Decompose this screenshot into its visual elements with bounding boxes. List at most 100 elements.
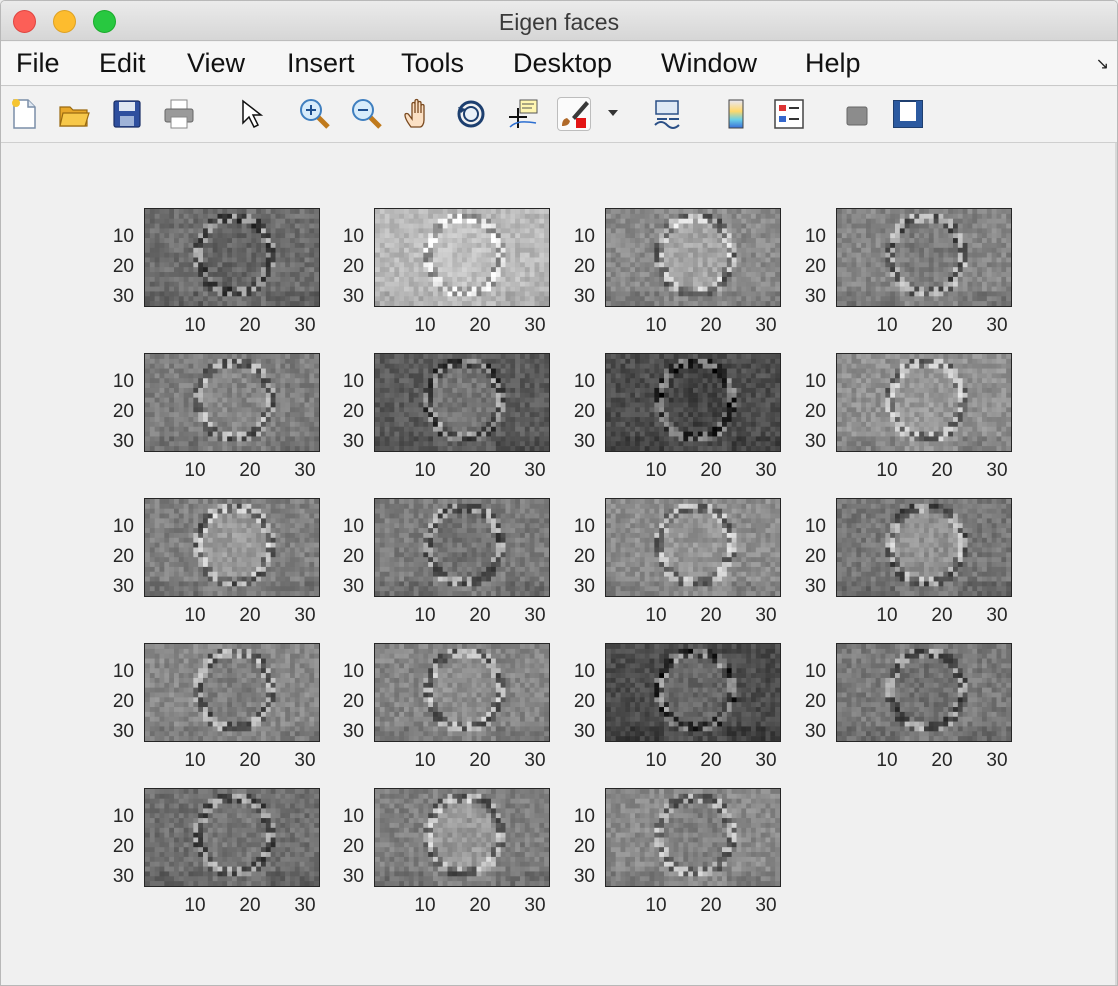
x-tick-label: 10 <box>184 750 206 771</box>
eigenface-subplot-11[interactable]: 10 20 30 10 20 30 <box>574 498 781 626</box>
x-tick-label: 10 <box>414 895 436 916</box>
eigenface-subplot-3[interactable]: 10 20 30 10 20 30 <box>574 208 781 336</box>
x-tick-label: 10 <box>645 750 667 771</box>
menu-file[interactable]: File <box>16 48 60 79</box>
eigenface-subplot-5[interactable]: 10 20 30 10 20 30 <box>113 353 320 481</box>
eigenface-subplot-19[interactable]: 10 20 30 10 20 30 <box>574 788 781 916</box>
eigenface-image[interactable] <box>374 208 550 307</box>
eigenface-subplot-10[interactable]: 10 20 30 10 20 30 <box>343 498 550 626</box>
eigenface-subplot-12[interactable]: 10 20 30 10 20 30 <box>805 498 1012 626</box>
x-tick-label: 30 <box>755 605 777 626</box>
y-tick-label: 30 <box>573 431 595 452</box>
x-tick-label: 20 <box>931 460 953 481</box>
eigenface-image[interactable] <box>144 208 320 307</box>
eigenface-image[interactable] <box>836 208 1012 307</box>
eigenface-image[interactable] <box>144 353 320 452</box>
y-tick-label: 10 <box>342 661 364 682</box>
rotate-3d-icon[interactable] <box>454 97 488 131</box>
brush-dropdown-arrow-icon[interactable] <box>608 110 618 116</box>
y-tick-label: 10 <box>804 226 826 247</box>
y-tick-label: 10 <box>804 516 826 537</box>
menu-window[interactable]: Window <box>661 48 757 79</box>
eigenface-image[interactable] <box>374 498 550 597</box>
link-plot-icon[interactable] <box>651 97 685 131</box>
eigenface-image[interactable] <box>374 788 550 887</box>
eigenface-image[interactable] <box>144 643 320 742</box>
eigenface-image[interactable] <box>374 353 550 452</box>
eigenface-image[interactable] <box>605 208 781 307</box>
y-tick-label: 10 <box>112 226 134 247</box>
menu-view[interactable]: View <box>187 48 245 79</box>
eigenface-subplot-13[interactable]: 10 20 30 10 20 30 <box>113 643 320 771</box>
hide-plot-tools-icon[interactable] <box>839 97 873 131</box>
x-tick-label: 30 <box>524 605 546 626</box>
menu-edit[interactable]: Edit <box>99 48 146 79</box>
x-tick-label: 30 <box>986 315 1008 336</box>
eigenface-image[interactable] <box>605 498 781 597</box>
y-tick-label: 30 <box>112 721 134 742</box>
pan-hand-icon[interactable] <box>402 97 436 131</box>
figure-canvas[interactable]: 10 20 30 10 20 30 10 20 30 10 20 30 10 20 30 10 20 30 10 20… <box>1 143 1117 985</box>
y-tick-label: 20 <box>342 546 364 567</box>
eigenface-subplot-9[interactable]: 10 20 30 10 20 30 <box>113 498 320 626</box>
new-figure-icon[interactable] <box>7 97 41 131</box>
eigenface-pixels <box>145 644 319 741</box>
window-title: Eigen faces <box>498 9 620 35</box>
menu-desktop[interactable]: Desktop <box>513 48 612 79</box>
y-tick-label: 30 <box>112 866 134 887</box>
y-tick-label: 10 <box>112 371 134 392</box>
eigenface-subplot-8[interactable]: 10 20 30 10 20 30 <box>805 353 1012 481</box>
colorbar-icon[interactable] <box>720 97 754 131</box>
menu-insert[interactable]: Insert <box>287 48 355 79</box>
x-tick-label: 30 <box>755 750 777 771</box>
y-tick-label: 30 <box>342 721 364 742</box>
y-tick-label: 30 <box>112 286 134 307</box>
menu-help[interactable]: Help <box>805 48 861 79</box>
zoom-in-icon[interactable] <box>298 97 332 131</box>
menu-bar: File Edit View Insert Tools Desktop Wind… <box>1 42 1117 86</box>
menu-tools[interactable]: Tools <box>401 48 464 79</box>
eigenface-subplot-1[interactable]: 10 20 30 10 20 30 <box>113 208 320 336</box>
dock-arrow-icon[interactable]: ↘ <box>1096 54 1109 74</box>
eigenface-image[interactable] <box>836 353 1012 452</box>
pointer-icon[interactable] <box>233 97 267 131</box>
x-tick-label: 20 <box>239 895 261 916</box>
eigenface-subplot-15[interactable]: 10 20 30 10 20 30 <box>574 643 781 771</box>
eigenface-image[interactable] <box>605 643 781 742</box>
save-icon[interactable] <box>110 97 144 131</box>
show-plot-tools-icon[interactable] <box>891 97 925 131</box>
eigenface-subplot-14[interactable]: 10 20 30 10 20 30 <box>343 643 550 771</box>
x-tick-label: 20 <box>469 315 491 336</box>
eigenface-image[interactable] <box>144 788 320 887</box>
x-tick-label: 20 <box>239 605 261 626</box>
eigenface-subplot-16[interactable]: 10 20 30 10 20 30 <box>805 643 1012 771</box>
x-tick-label: 10 <box>876 460 898 481</box>
print-icon[interactable] <box>162 97 196 131</box>
eigenface-image[interactable] <box>605 788 781 887</box>
y-tick-label: 30 <box>573 721 595 742</box>
eigenface-image[interactable] <box>836 643 1012 742</box>
y-tick-label: 20 <box>112 401 134 422</box>
eigenface-image[interactable] <box>374 643 550 742</box>
eigenface-image[interactable] <box>144 498 320 597</box>
brush-icon[interactable] <box>557 97 591 131</box>
eigenface-subplot-6[interactable]: 10 20 30 10 20 30 <box>343 353 550 481</box>
eigenface-pixels <box>606 789 780 886</box>
eigenface-subplot-4[interactable]: 10 20 30 10 20 30 <box>805 208 1012 336</box>
title-bar[interactable]: Eigen faces <box>1 1 1117 41</box>
open-file-icon[interactable] <box>57 97 91 131</box>
x-tick-label: 20 <box>931 315 953 336</box>
x-tick-label: 10 <box>414 315 436 336</box>
eigenface-pixels <box>375 354 549 451</box>
zoom-out-icon[interactable] <box>350 97 384 131</box>
eigenface-image[interactable] <box>836 498 1012 597</box>
data-cursor-icon[interactable] <box>506 97 540 131</box>
eigenface-subplot-18[interactable]: 10 20 30 10 20 30 <box>343 788 550 916</box>
y-tick-label: 20 <box>573 546 595 567</box>
eigenface-subplot-7[interactable]: 10 20 30 10 20 30 <box>574 353 781 481</box>
legend-icon[interactable] <box>772 97 806 131</box>
eigenface-subplot-17[interactable]: 10 20 30 10 20 30 <box>113 788 320 916</box>
x-tick-label: 10 <box>184 895 206 916</box>
eigenface-subplot-2[interactable]: 10 20 30 10 20 30 <box>343 208 550 336</box>
eigenface-image[interactable] <box>605 353 781 452</box>
